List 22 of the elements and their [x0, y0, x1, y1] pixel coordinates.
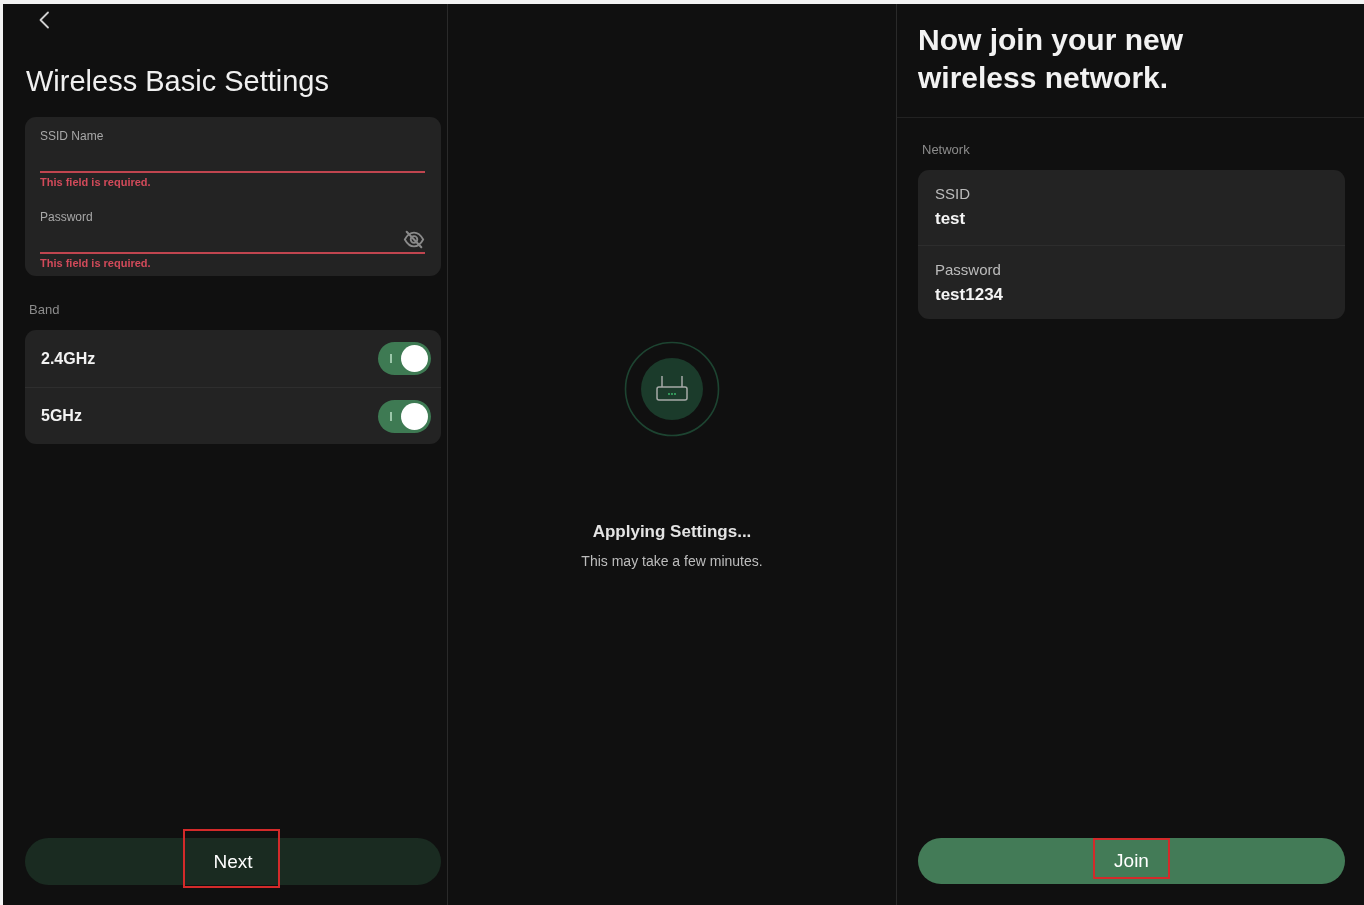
field-label: Password	[40, 210, 93, 224]
info-label: SSID	[935, 185, 970, 203]
band-label: 5GHz	[41, 407, 82, 425]
band-label: 2.4GHz	[41, 349, 96, 368]
info-value: test1234	[935, 284, 1004, 306]
page-title: Wireless Basic Settings	[26, 64, 330, 99]
toggle-switch[interactable]	[378, 399, 431, 433]
status-message: This may take a few minutes.	[581, 552, 763, 570]
toggle-switch[interactable]	[378, 342, 431, 375]
field-label: SSID Name	[40, 129, 104, 143]
info-value: test	[935, 208, 966, 230]
error-message: This field is required.	[40, 175, 151, 189]
status-title: Applying Settings...	[592, 521, 752, 543]
back-icon[interactable]	[38, 11, 50, 29]
router-icon	[624, 341, 720, 437]
section-label: Network	[922, 142, 970, 158]
section-label: Band	[29, 302, 60, 318]
error-message: This field is required.	[40, 256, 151, 270]
join-button[interactable]: Join	[918, 838, 1345, 884]
eye-off-icon[interactable]	[403, 230, 425, 249]
info-label: Password	[935, 261, 1001, 279]
page-title: Now join your new wireless network.	[918, 22, 1184, 96]
